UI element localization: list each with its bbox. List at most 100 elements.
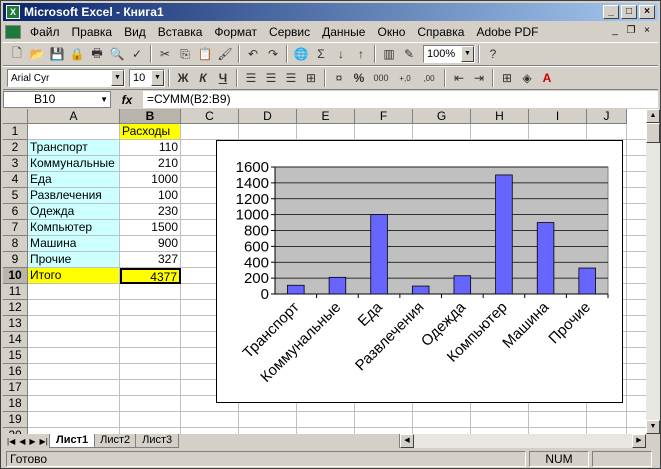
undo-icon[interactable]: ↶ xyxy=(243,44,263,64)
font-color-icon[interactable]: A xyxy=(537,68,557,88)
row-header-12[interactable]: 12 xyxy=(3,300,28,316)
bar-chart[interactable]: 0 200 400 600 800 1000 1200 1400 1600 Транспорт Ко… xyxy=(216,140,623,403)
maximize-button[interactable]: □ xyxy=(621,5,637,19)
doc-minimize-icon[interactable]: _ xyxy=(608,24,622,38)
underline-button[interactable]: Ч xyxy=(213,68,233,88)
cell-b4[interactable]: 1000 xyxy=(120,172,181,188)
formula-input[interactable]: =СУММ(B2:B9) xyxy=(143,91,658,108)
increase-decimal-button[interactable]: +,0 xyxy=(393,68,417,88)
horizontal-scrollbar[interactable]: ◀ ▶ xyxy=(399,434,646,448)
decrease-indent-icon[interactable]: ⇤ xyxy=(449,68,469,88)
menu-format[interactable]: Формат xyxy=(208,25,263,39)
name-box[interactable]: B10 ▼ xyxy=(3,91,111,108)
doc-restore-icon[interactable]: ❐ xyxy=(624,24,638,38)
column-header-h[interactable]: H xyxy=(471,109,529,124)
column-header-j[interactable]: J xyxy=(587,109,627,124)
cell-b9[interactable]: 327 xyxy=(120,252,181,268)
align-right-icon[interactable]: ☰ xyxy=(281,68,301,88)
open-icon[interactable]: 📂 xyxy=(27,44,47,64)
drawing-icon[interactable]: ✎ xyxy=(399,44,419,64)
cell-b6[interactable]: 230 xyxy=(120,204,181,220)
increase-indent-icon[interactable]: ⇥ xyxy=(469,68,489,88)
cell-a4[interactable]: Еда xyxy=(28,172,120,188)
print-icon[interactable]: 🖶 xyxy=(87,44,107,64)
doc-close-icon[interactable]: × xyxy=(640,24,654,38)
percent-button[interactable]: % xyxy=(349,68,369,88)
merge-center-icon[interactable]: ⊞ xyxy=(301,68,321,88)
row-header-6[interactable]: 6 xyxy=(3,204,28,220)
menu-edit[interactable]: Правка xyxy=(66,25,119,39)
help-icon[interactable]: ? xyxy=(483,44,503,64)
vertical-scrollbar[interactable]: ▲ ▼ xyxy=(646,109,660,434)
chevron-down-icon[interactable]: ▼ xyxy=(111,70,124,86)
insert-function-icon[interactable]: fx xyxy=(111,93,143,107)
row-header-8[interactable]: 8 xyxy=(3,236,28,252)
tab-sheet1[interactable]: Лист1 xyxy=(49,434,96,448)
row-header-13[interactable]: 13 xyxy=(3,316,28,332)
cell-b3[interactable]: 210 xyxy=(120,156,181,172)
cell-a6[interactable]: Одежда xyxy=(28,204,120,220)
new-icon[interactable]: 🗋 xyxy=(7,44,27,64)
row-header-1[interactable]: 1 xyxy=(3,124,28,140)
print-preview-icon[interactable]: 🔍 xyxy=(107,44,127,64)
redo-icon[interactable]: ↷ xyxy=(263,44,283,64)
chevron-down-icon[interactable]: ▼ xyxy=(461,46,474,62)
row-header-5[interactable]: 5 xyxy=(3,188,28,204)
borders-icon[interactable]: ⊞ xyxy=(497,68,517,88)
menu-window[interactable]: Окно xyxy=(371,25,411,39)
column-header-g[interactable]: G xyxy=(413,109,471,124)
cell-b7[interactable]: 1500 xyxy=(120,220,181,236)
column-header-d[interactable]: D xyxy=(239,109,297,124)
align-left-icon[interactable]: ☰ xyxy=(241,68,261,88)
font-size-select[interactable]: 10 ▼ xyxy=(129,69,165,87)
copy-icon[interactable]: ⎘ xyxy=(175,44,195,64)
permission-icon[interactable]: 🔒 xyxy=(67,44,87,64)
row-header-10[interactable]: 10 xyxy=(3,268,28,284)
worksheet-grid[interactable]: ABCDEFGHIJ 1 2 3 4 5 6 7 8 9 10 11 12 13 14 15 16 17 18 19… xyxy=(3,109,646,434)
workbook-icon[interactable] xyxy=(5,25,21,39)
minimize-button[interactable]: _ xyxy=(603,5,619,19)
sort-asc-icon[interactable]: ↓ xyxy=(331,44,351,64)
scroll-left-icon[interactable]: ◀ xyxy=(400,434,414,448)
cut-icon[interactable]: ✂ xyxy=(155,44,175,64)
column-header-i[interactable]: I xyxy=(529,109,587,124)
row-header-3[interactable]: 3 xyxy=(3,156,28,172)
cell-a3[interactable]: Коммунальные xyxy=(28,156,120,172)
menu-insert[interactable]: Вставка xyxy=(152,25,209,39)
menu-adobe-pdf[interactable]: Adobe PDF xyxy=(470,25,544,39)
column-header-a[interactable]: A xyxy=(28,109,120,124)
row-header-18[interactable]: 18 xyxy=(3,396,28,412)
cell-b1[interactable]: Расходы xyxy=(120,124,181,140)
close-button[interactable]: × xyxy=(639,5,655,19)
row-header-14[interactable]: 14 xyxy=(3,332,28,348)
row-header-19[interactable]: 19 xyxy=(3,412,28,428)
row-header-15[interactable]: 15 xyxy=(3,348,28,364)
row-header-16[interactable]: 16 xyxy=(3,364,28,380)
menu-help[interactable]: Справка xyxy=(411,25,470,39)
chevron-down-icon[interactable]: ▼ xyxy=(151,70,164,86)
save-icon[interactable]: 💾 xyxy=(47,44,67,64)
fill-color-icon[interactable]: ◈ xyxy=(517,68,537,88)
column-header-f[interactable]: F xyxy=(355,109,413,124)
italic-button[interactable]: К xyxy=(193,68,213,88)
scroll-right-icon[interactable]: ▶ xyxy=(632,434,646,448)
autosum-icon[interactable]: Σ xyxy=(311,44,331,64)
format-painter-icon[interactable]: 🖌 xyxy=(215,44,235,64)
cell-b5[interactable]: 100 xyxy=(120,188,181,204)
column-header-b[interactable]: B xyxy=(120,109,181,124)
column-header-e[interactable]: E xyxy=(297,109,355,124)
currency-icon[interactable]: ¤ xyxy=(329,68,349,88)
scroll-down-icon[interactable]: ▼ xyxy=(646,420,660,434)
menu-file[interactable]: Файл xyxy=(24,25,66,39)
cell-b8[interactable]: 900 xyxy=(120,236,181,252)
spelling-icon[interactable]: ✓ xyxy=(127,44,147,64)
tab-sheet3[interactable]: Лист3 xyxy=(135,434,180,448)
scroll-thumb[interactable] xyxy=(646,123,660,143)
menu-data[interactable]: Данные xyxy=(316,25,371,39)
cell-a2[interactable]: Транспорт xyxy=(28,140,120,156)
cell-a5[interactable]: Развлечения xyxy=(28,188,120,204)
row-header-11[interactable]: 11 xyxy=(3,284,28,300)
menu-tools[interactable]: Сервис xyxy=(263,25,316,39)
chart-wizard-icon[interactable]: ▥ xyxy=(379,44,399,64)
cell-a8[interactable]: Машина xyxy=(28,236,120,252)
